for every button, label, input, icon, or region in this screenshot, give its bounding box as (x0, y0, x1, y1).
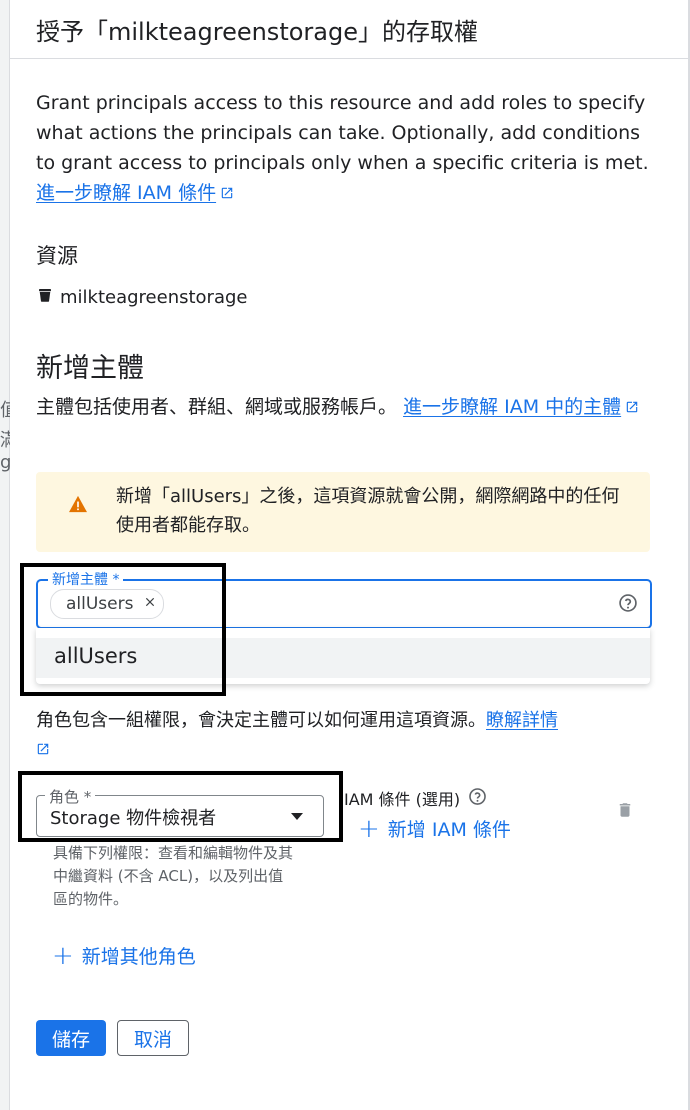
panel-title: 授予「milkteagreenstorage」的存取權 (36, 18, 478, 46)
help-icon[interactable] (468, 787, 487, 810)
iam-condition-header: IAM 條件 (選用) (344, 786, 487, 810)
learn-principals-link[interactable]: 進一步瞭解 IAM 中的主體 (403, 396, 621, 418)
resource-name: milkteagreenstorage (60, 287, 248, 308)
highlight-box (20, 563, 226, 696)
principals-description: 主體包括使用者、群組、網域或服務帳戶。 進一步瞭解 IAM 中的主體 (36, 392, 651, 423)
plus-icon: + (358, 813, 380, 844)
bucket-icon (36, 286, 54, 309)
panel-header: 授予「milkteagreenstorage」的存取權 (10, 0, 690, 59)
plus-icon: + (52, 940, 74, 971)
warning-icon (68, 495, 88, 517)
highlight-box (18, 771, 343, 842)
external-link-icon (625, 393, 639, 423)
cancel-button[interactable]: 取消 (117, 1020, 189, 1056)
learn-iam-conditions-link[interactable]: 進一步瞭解 IAM 條件 (36, 182, 216, 204)
help-icon[interactable] (618, 593, 638, 617)
intro-description: Grant principals access to this resource… (36, 92, 649, 174)
add-another-role-button[interactable]: + 新增其他角色 (52, 942, 196, 969)
resource-label: 資源 (36, 244, 78, 268)
role-helper-text: 具備下列權限：查看和編輯物件及其中繼資料 (不含 ACL)，以及列出值區的物件。 (53, 844, 294, 908)
save-button[interactable]: 儲存 (36, 1020, 106, 1056)
resource-row: milkteagreenstorage (36, 286, 248, 309)
add-principals-title: 新增主體 (36, 353, 144, 384)
intro-text: Grant principals access to this resource… (36, 88, 651, 209)
grant-access-panel: 授予「milkteagreenstorage」的存取權 Grant princi… (10, 0, 690, 1110)
external-link-icon (220, 179, 234, 209)
background-page-strip: 值 滿 g (0, 0, 18, 1110)
add-iam-condition-label: 新增 IAM 條件 (387, 819, 511, 841)
external-link-icon (36, 736, 50, 766)
roles-description: 角色包含一組權限，會決定主體可以如何運用這項資源。瞭解詳情 (36, 706, 656, 766)
warning-text: 新增「allUsers」之後，這項資源就會公開，網際網路中的任何使用者都能存取。 (116, 486, 620, 536)
add-another-role-label: 新增其他角色 (81, 946, 196, 968)
delete-role-icon[interactable] (616, 800, 634, 824)
principals-desc-text: 主體包括使用者、群組、網域或服務帳戶。 (36, 396, 404, 418)
learn-more-link[interactable]: 瞭解詳情 (486, 710, 558, 731)
roles-desc-text: 角色包含一組權限，會決定主體可以如何運用這項資源。 (36, 710, 486, 731)
public-access-warning: 新增「allUsers」之後，這項資源就會公開，網際網路中的任何使用者都能存取。 (36, 472, 650, 552)
add-iam-condition-button[interactable]: + 新增 IAM 條件 (358, 815, 511, 842)
iam-condition-label: IAM 條件 (選用) (344, 790, 461, 809)
